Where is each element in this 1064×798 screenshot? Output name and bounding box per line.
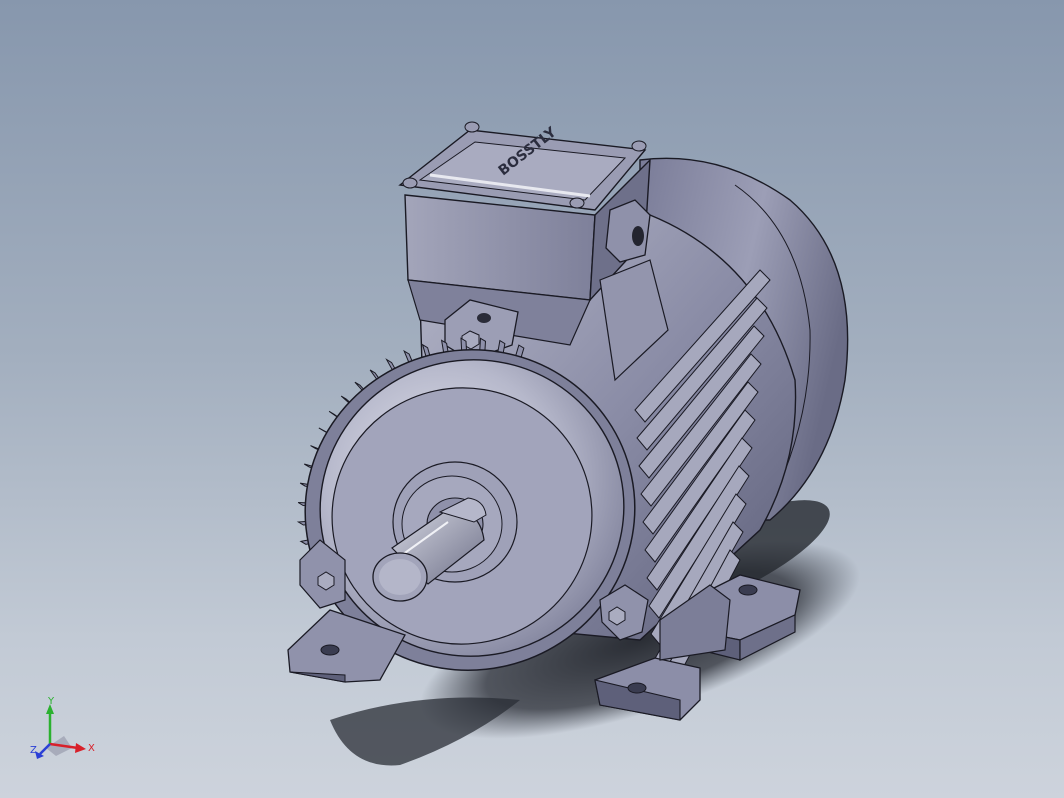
y-axis-label: Y (47, 696, 55, 707)
x-axis-label: X (88, 743, 95, 754)
cable-gland (605, 199, 651, 263)
coordinate-triad: Y X Z (30, 696, 95, 759)
graphics-viewport[interactable]: BOSSTLY Y X Z (0, 0, 1064, 798)
z-axis-label: Z (30, 745, 37, 756)
electric-motor-model[interactable]: BOSSTLY (0, 0, 1064, 798)
